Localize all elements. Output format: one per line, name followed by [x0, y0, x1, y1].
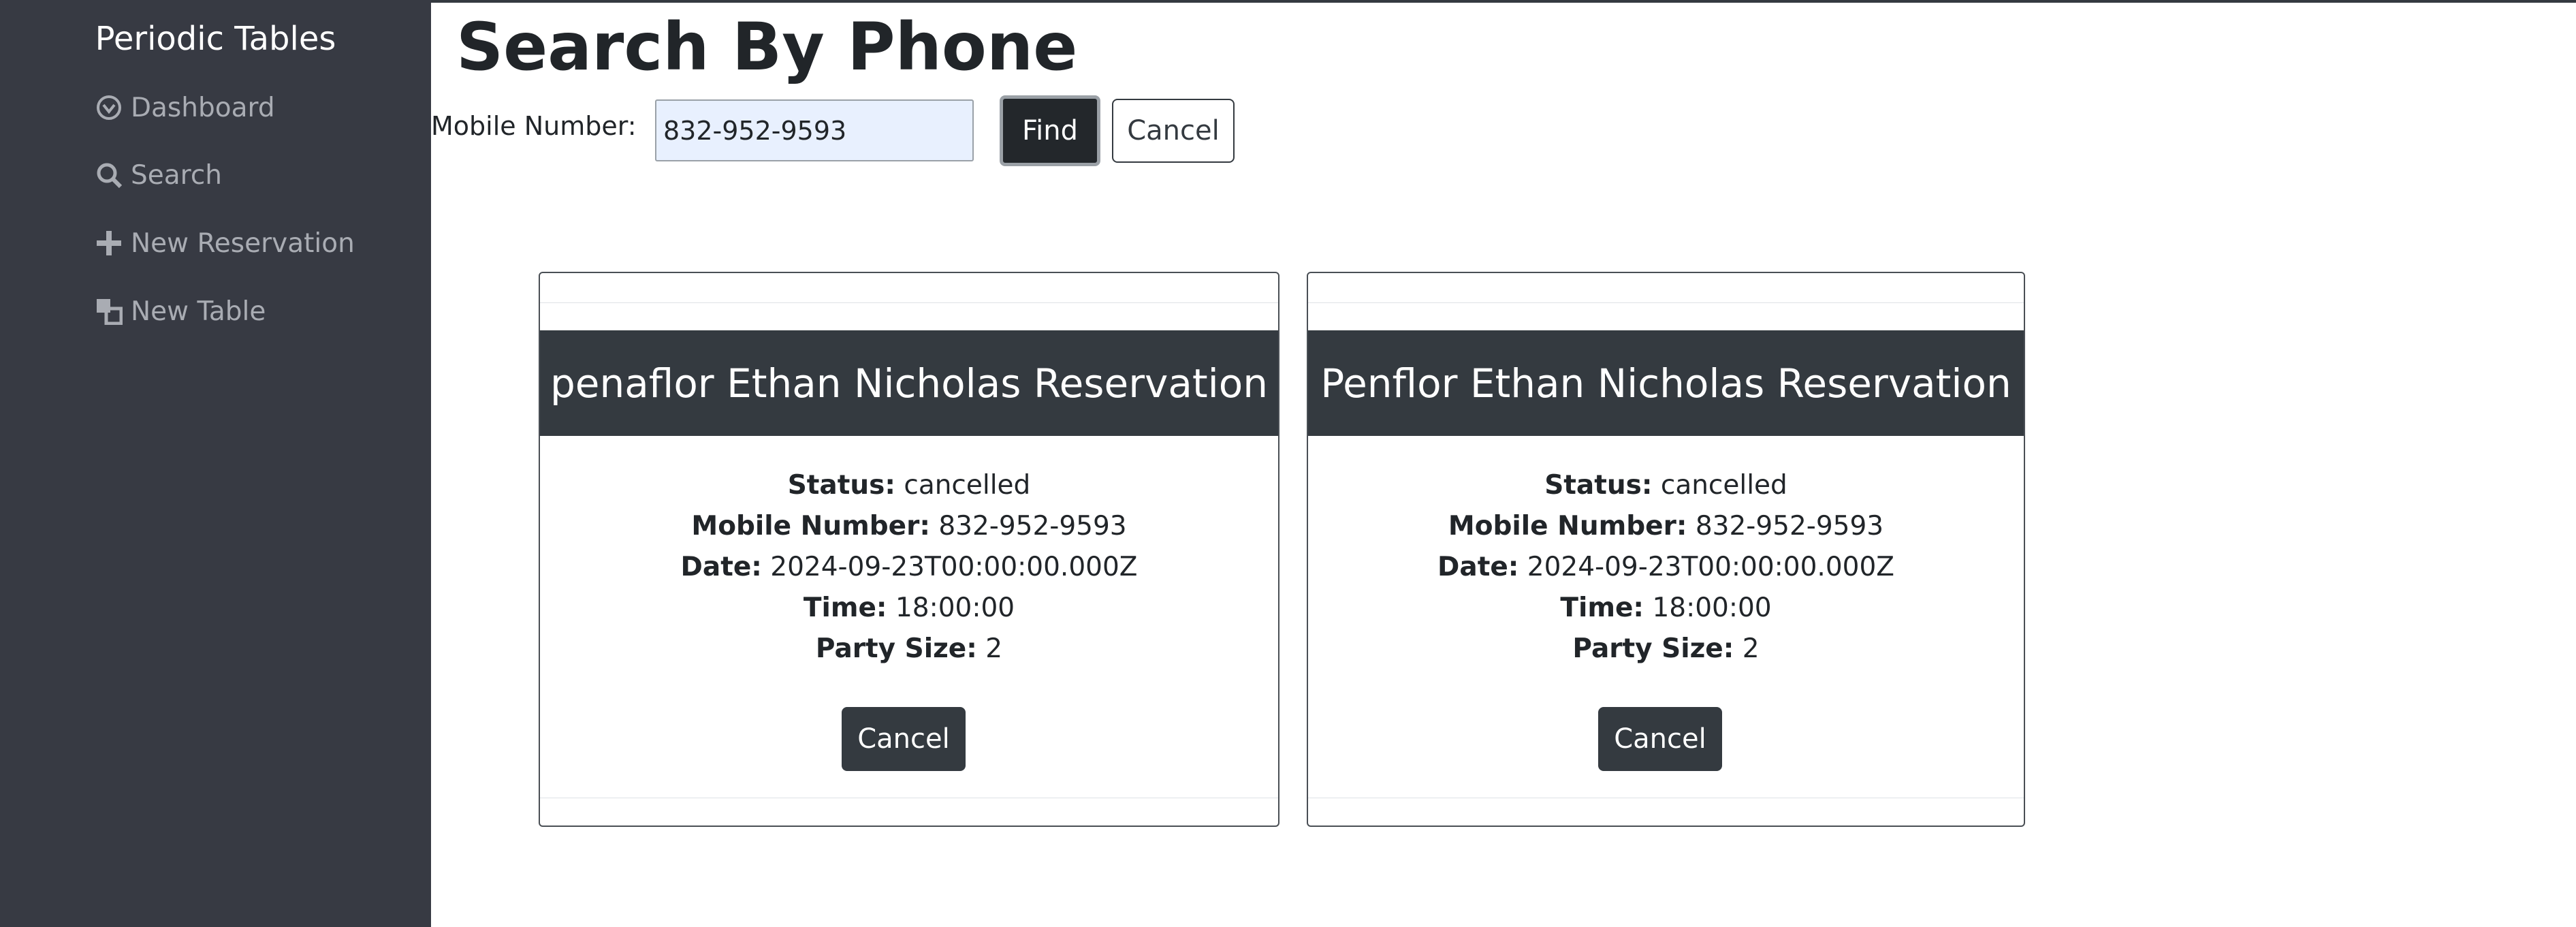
brand-title[interactable]: Periodic Tables	[0, 15, 431, 63]
time-row: Time: 18:00:00	[1308, 588, 2024, 629]
mobile-label: Mobile Number:	[691, 511, 930, 541]
sidebar-item-new-reservation[interactable]: New Reservation	[95, 219, 355, 267]
reservation-card: Penflor Ethan Nicholas Reservation Statu…	[1307, 272, 2025, 827]
sidebar-item-label: Dashboard	[131, 92, 275, 123]
sidebar-item-label: New Reservation	[131, 227, 355, 259]
mobile-number-input[interactable]	[655, 99, 974, 161]
mobile-number-label: Mobile Number:	[431, 111, 637, 141]
page-title: Search By Phone	[456, 9, 1078, 85]
status-row: Status: cancelled	[540, 465, 1278, 506]
sidebar-item-dashboard[interactable]: Dashboard	[95, 84, 275, 131]
mobile-label: Mobile Number:	[1448, 511, 1687, 541]
reservation-details: Status: cancelled Mobile Number: 832-952…	[1308, 465, 2024, 670]
date-value: 2024-09-23T00:00:00.000Z	[770, 552, 1138, 582]
date-row: Date: 2024-09-23T00:00:00.000Z	[1308, 547, 2024, 588]
time-label: Time:	[803, 593, 887, 623]
cancel-reservation-button[interactable]: Cancel	[1598, 707, 1722, 771]
find-button[interactable]: Find	[1000, 95, 1100, 166]
date-label: Date:	[680, 552, 762, 582]
reservation-details: Status: cancelled Mobile Number: 832-952…	[540, 465, 1278, 670]
party-size-value: 2	[1742, 633, 1760, 664]
sidebar-item-search[interactable]: Search	[95, 151, 222, 199]
time-label: Time:	[1560, 593, 1644, 623]
sidebar: Periodic Tables Dashboard Search New Res…	[0, 0, 431, 927]
reservation-title: penaflor Ethan Nicholas Reservation	[540, 330, 1278, 436]
cancel-reservation-button[interactable]: Cancel	[842, 707, 966, 771]
status-value: cancelled	[904, 470, 1031, 501]
mobile-row: Mobile Number: 832-952-9593	[1308, 506, 2024, 547]
sidebar-item-label: New Table	[131, 296, 266, 327]
status-label: Status:	[1544, 470, 1653, 501]
sidebar-item-new-table[interactable]: New Table	[95, 287, 266, 335]
sidebar-item-label: Search	[131, 159, 222, 191]
time-row: Time: 18:00:00	[540, 588, 1278, 629]
party-size-row: Party Size: 2	[1308, 629, 2024, 670]
reservation-card: penaflor Ethan Nicholas Reservation Stat…	[539, 272, 1279, 827]
dashboard-icon	[97, 95, 121, 120]
search-icon	[97, 163, 123, 189]
reservation-title: Penflor Ethan Nicholas Reservation	[1308, 330, 2024, 436]
mobile-row: Mobile Number: 832-952-9593	[540, 506, 1278, 547]
cancel-search-button[interactable]: Cancel	[1112, 99, 1235, 163]
mobile-value: 832-952-9593	[1695, 511, 1884, 541]
party-size-value: 2	[985, 633, 1003, 664]
party-size-label: Party Size:	[1572, 633, 1734, 664]
plus-icon	[97, 231, 121, 255]
party-size-label: Party Size:	[815, 633, 977, 664]
divider	[1308, 302, 2024, 303]
date-row: Date: 2024-09-23T00:00:00.000Z	[540, 547, 1278, 588]
date-value: 2024-09-23T00:00:00.000Z	[1527, 552, 1894, 582]
status-row: Status: cancelled	[1308, 465, 2024, 506]
divider	[540, 302, 1278, 303]
mobile-value: 832-952-9593	[938, 511, 1127, 541]
status-value: cancelled	[1660, 470, 1787, 501]
status-label: Status:	[787, 470, 895, 501]
time-value: 18:00:00	[895, 593, 1015, 623]
party-size-row: Party Size: 2	[540, 629, 1278, 670]
new-table-icon	[97, 299, 123, 325]
time-value: 18:00:00	[1652, 593, 1772, 623]
date-label: Date:	[1437, 552, 1519, 582]
